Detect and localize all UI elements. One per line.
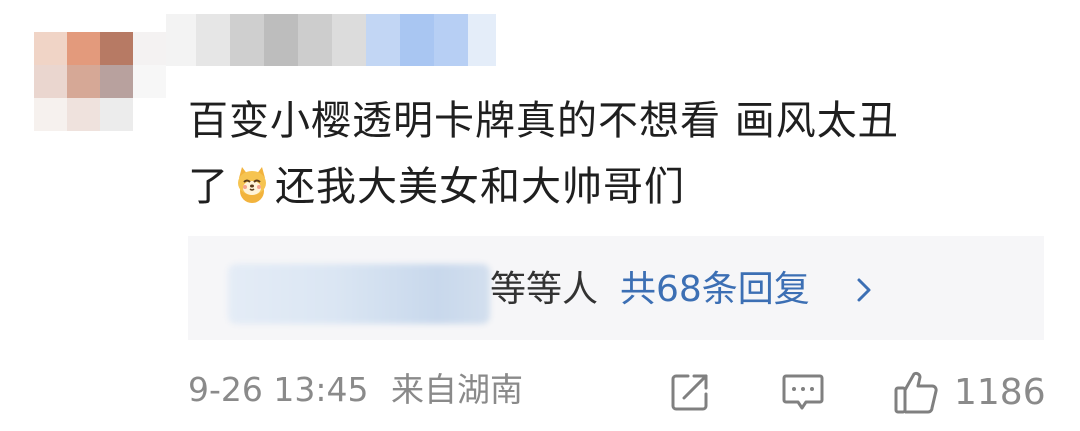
thumbs-up-icon — [894, 371, 938, 414]
comment-card: 百变小樱透明卡牌真的不想看 画风太丑 了 还我大美女和大帅哥们 等等人 共68条… — [0, 0, 1080, 431]
like-count: 1186 — [954, 371, 1046, 413]
replies-preview[interactable]: 等等人 共68条回复 — [188, 236, 1044, 340]
reply-total-link[interactable]: 共68条回复 — [620, 264, 810, 316]
comment-text-prefix: 了 — [188, 164, 229, 210]
comment-text-line1: 百变小樱透明卡牌真的不想看 画风太丑 — [188, 98, 899, 144]
location: 来自湖南 — [391, 370, 523, 409]
shiba-dog-emoji — [238, 167, 266, 203]
username[interactable] — [166, 14, 496, 66]
comment-icon — [782, 374, 824, 410]
share-button[interactable] — [668, 368, 712, 416]
reply-names-suffix: 等等人 — [490, 269, 599, 310]
timestamp: 9-26 13:45 — [188, 370, 369, 409]
reply-button[interactable] — [780, 368, 826, 416]
comment-meta: 9-26 13:45 来自湖南 — [188, 366, 523, 414]
chevron-right-icon — [857, 278, 871, 302]
reply-usernames — [228, 264, 490, 324]
comment-text-line2: 了 还我大美女和大帅哥们 — [188, 154, 1028, 220]
comment-text: 百变小樱透明卡牌真的不想看 画风太丑 了 还我大美女和大帅哥们 — [188, 88, 1028, 220]
share-icon — [671, 374, 708, 411]
like-button[interactable]: 1186 — [892, 368, 1046, 416]
avatar[interactable] — [34, 32, 166, 132]
comment-text-suffix: 还我大美女和大帅哥们 — [275, 164, 685, 210]
